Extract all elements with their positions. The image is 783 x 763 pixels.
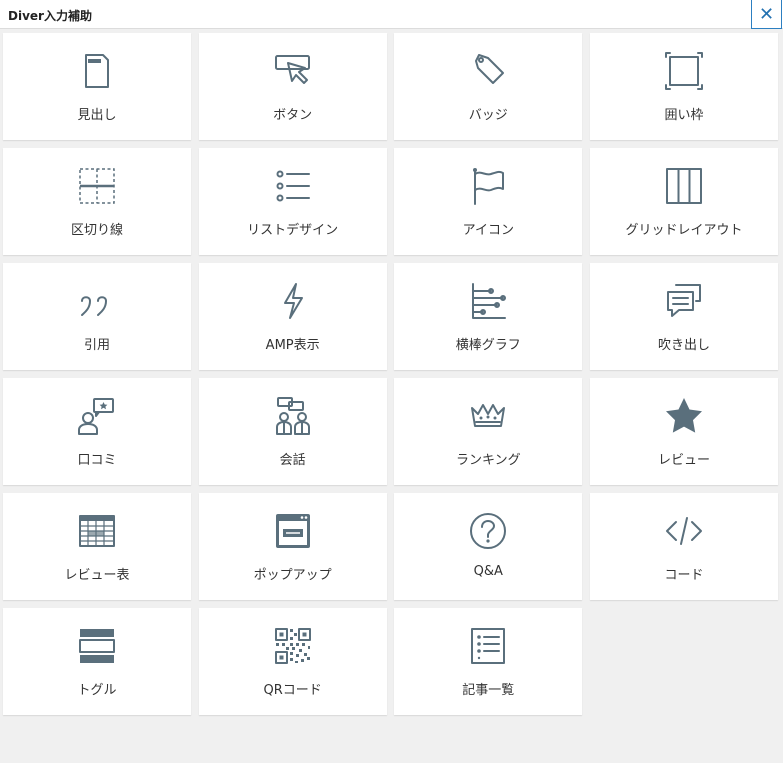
conversation-icon [273,396,313,436]
tool-tile[interactable]: 区切り線 [3,148,191,255]
tool-label: リストデザイン [247,223,339,238]
dialog-titlebar: Diver入力補助 ✕ [0,0,783,29]
tool-tile[interactable]: バッジ [394,33,583,140]
tool-label: 横棒グラフ [455,338,521,353]
close-icon: ✕ [758,3,775,25]
tool-label: 会話 [279,453,306,468]
tool-label: コード [664,568,704,583]
tool-label: 吹き出し [657,338,710,353]
tool-label: レビュー [657,453,710,468]
tool-label: 口コミ [77,453,117,468]
tool-tile[interactable]: トグル [3,608,191,715]
tool-tile[interactable]: QRコード [198,608,387,715]
tool-label: 引用 [83,338,110,353]
popup-icon [273,511,313,551]
tool-label: 区切り線 [70,223,123,238]
tool-label: QRコード [263,683,322,698]
frame-icon [664,51,704,91]
dialog-title: Diver入力補助 [8,9,92,23]
tool-tile[interactable]: AMP表示 [198,263,387,370]
tool-label: グリッドレイアウト [625,223,743,238]
heading-icon [77,51,117,91]
button-icon [273,51,313,91]
crown-icon [468,396,508,436]
tool-tile[interactable]: リストデザイン [198,148,387,255]
tool-label: Q&A [473,564,503,579]
bar-graph-icon [468,281,508,321]
tool-tile[interactable]: 横棒グラフ [394,263,583,370]
tool-tile[interactable]: 見出し [3,33,191,140]
divider-icon [77,166,117,206]
code-icon [664,511,704,551]
tool-tile[interactable]: Q&A [394,493,583,600]
list-icon [273,166,313,206]
star-icon [664,396,704,436]
review-person-icon [77,396,117,436]
table-icon [77,511,117,551]
tool-tile[interactable]: コード [589,493,778,600]
tool-tile[interactable]: レビュー [589,378,778,485]
tool-tile[interactable]: 記事一覧 [394,608,583,715]
lightning-icon [273,281,313,321]
tool-label: アイコン [462,223,514,238]
tool-label: ポップアップ [253,568,332,583]
toggle-icon [77,626,117,666]
tag-icon [468,51,508,91]
tool-tile[interactable]: 口コミ [3,378,191,485]
tool-label: バッジ [468,108,508,123]
flag-icon [468,166,508,206]
tool-tile[interactable]: 囲い枠 [589,33,778,140]
close-button[interactable]: ✕ [751,0,782,29]
tool-label: レビュー表 [64,568,130,583]
grid-layout-icon [664,166,704,206]
qr-code-icon [273,626,313,666]
tool-label: 見出し [77,108,117,123]
speech-bubble-icon [664,281,704,321]
tool-tile[interactable]: ポップアップ [198,493,387,600]
tool-label: ボタン [273,108,313,123]
tool-tile[interactable]: ボタン [198,33,387,140]
tool-label: 囲い枠 [664,108,704,123]
question-icon [468,511,508,551]
tool-tile[interactable]: ランキング [394,378,583,485]
tool-label: ランキング [456,453,521,468]
article-list-icon [468,626,508,666]
tool-grid: 見出し ボタン バッジ 囲い枠区切り線 リストデザイン アイコン グリッドレイアウト引用 AM… [3,33,778,715]
tool-tile[interactable]: 会話 [198,378,387,485]
tool-label: トグル [77,683,117,698]
tool-tile[interactable]: アイコン [394,148,583,255]
tool-tile[interactable]: レビュー表 [3,493,191,600]
tool-label: 記事一覧 [462,683,515,698]
tool-tile[interactable]: グリッドレイアウト [589,148,778,255]
tool-label: AMP表示 [265,338,320,353]
tool-tile[interactable]: 吹き出し [589,263,778,370]
quote-icon [77,281,117,321]
tool-tile[interactable]: 引用 [3,263,191,370]
